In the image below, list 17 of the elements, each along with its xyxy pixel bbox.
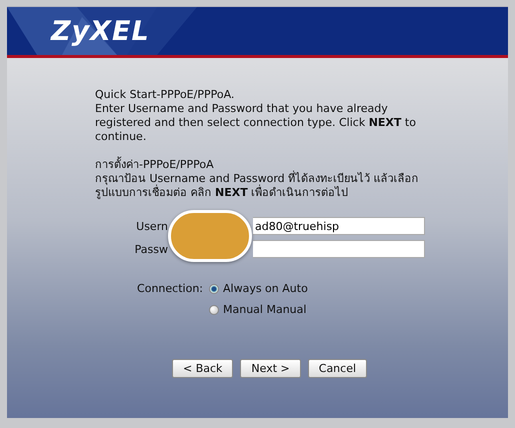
intro-text: กรุณาป้อน Username and Password ที่ได้ลงทะเบียนไว้ แล้วเลือกรูปแบบการเชื่อมต่อ คลิก NEXT เพื่อดำเนินการต่อไป xyxy=(95,172,420,200)
input-field[interactable] xyxy=(253,240,425,258)
wizard-button[interactable]: Cancel xyxy=(308,359,368,378)
radio-label[interactable]: Always on Auto xyxy=(223,281,308,296)
input-field[interactable]: ad80@truehisp xyxy=(253,217,425,235)
connection-label: Connection: xyxy=(136,281,204,297)
intro-text: Enter Username and Password that you have already registered and then select connection type. Click NEXT to continue. xyxy=(95,102,417,144)
wizard-button[interactable]: < Back xyxy=(172,359,234,378)
intro-title: การตั้งค่า-PPPoE/PPPoA xyxy=(95,158,215,172)
wizard-button[interactable]: Next > xyxy=(240,359,301,378)
logo: ZyXEL xyxy=(51,16,150,46)
field-label: Passw xyxy=(134,242,169,256)
intro-title: Quick Start-PPPoE/PPPoA. xyxy=(95,88,236,102)
radio-button[interactable] xyxy=(209,284,219,294)
radio-label[interactable]: Manual Manual xyxy=(223,302,306,317)
radio-button[interactable] xyxy=(209,304,219,314)
field-label: Usern xyxy=(135,220,169,232)
